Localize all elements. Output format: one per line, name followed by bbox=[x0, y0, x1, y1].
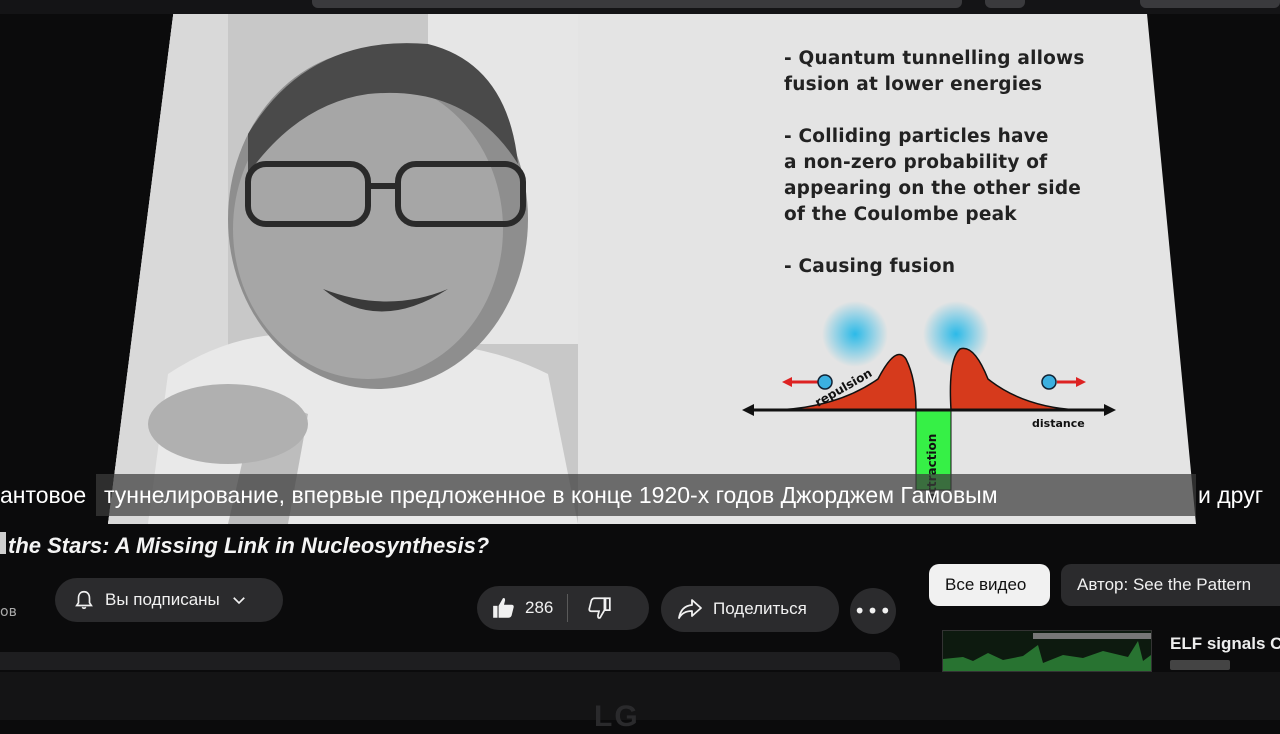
chip-all-videos-label: Все видео bbox=[945, 575, 1027, 594]
subscribed-button[interactable]: Вы подписаны bbox=[55, 578, 283, 622]
portrait-photo bbox=[108, 14, 578, 524]
bullet-3: - Causing fusion bbox=[784, 256, 956, 277]
chip-by-author[interactable]: Автор: See the Pattern bbox=[1061, 564, 1280, 606]
chip-by-author-label: Автор: See the Pattern bbox=[1077, 575, 1252, 594]
more-dots-icon: ••• bbox=[853, 599, 893, 623]
caption-prefix: антовое bbox=[0, 482, 87, 508]
recommended-video-meta bbox=[1170, 660, 1230, 670]
share-arrow-icon bbox=[678, 599, 702, 619]
dislike-button[interactable] bbox=[568, 586, 630, 630]
slide-bullets: - Quantum tunnelling allows fusion at lo… bbox=[784, 46, 1144, 280]
repulsion-peak-right bbox=[949, 347, 1079, 411]
caption-text: туннелирование, впервые предложенное в к… bbox=[104, 482, 998, 508]
caption-suffix: и друг bbox=[1198, 482, 1264, 508]
recommended-video-thumbnail[interactable] bbox=[942, 630, 1152, 672]
tv-bezel bbox=[0, 672, 1280, 720]
more-actions-button[interactable]: ••• bbox=[850, 588, 896, 634]
thumbs-up-icon bbox=[493, 597, 514, 618]
title-cutoff-glyph bbox=[0, 532, 6, 554]
thumbnail-image bbox=[943, 631, 1151, 671]
particle-glow-left bbox=[822, 301, 888, 367]
channel-subscribers-fragment: ов bbox=[0, 604, 17, 620]
bullet-1: - Quantum tunnelling allows fusion at lo… bbox=[784, 48, 1085, 95]
chevron-down-icon bbox=[232, 597, 245, 605]
thumbs-down-icon bbox=[588, 597, 612, 619]
video-player[interactable]: - Quantum tunnelling allows fusion at lo… bbox=[108, 14, 1196, 524]
description-box[interactable] bbox=[0, 652, 900, 670]
video-title: the Stars: A Missing Link in Nucleosynth… bbox=[8, 533, 490, 558]
distance-label: distance bbox=[1032, 417, 1085, 430]
caption-line: антовое туннелирование, впервые предложе… bbox=[0, 474, 1280, 516]
bell-icon bbox=[75, 590, 93, 610]
chip-all-videos[interactable]: Все видео bbox=[929, 564, 1050, 606]
subscribed-label: Вы подписаны bbox=[105, 590, 220, 609]
share-label: Поделиться bbox=[713, 599, 807, 618]
tv-brand-logo: LG bbox=[594, 700, 640, 733]
lecture-slide: - Quantum tunnelling allows fusion at lo… bbox=[108, 14, 1196, 524]
like-count: 286 bbox=[525, 598, 554, 617]
top-icon-edge bbox=[985, 0, 1025, 8]
screen-top-edge bbox=[0, 0, 1280, 14]
like-button[interactable]: 286 bbox=[477, 586, 567, 630]
top-account-edge bbox=[1140, 0, 1280, 8]
particle-right bbox=[1041, 374, 1057, 390]
share-button[interactable]: Поделиться bbox=[661, 586, 839, 632]
recommended-video-title[interactable]: ELF signals C bbox=[1170, 634, 1280, 654]
top-search-bar-edge bbox=[312, 0, 962, 8]
like-dislike-group: 286 bbox=[477, 586, 649, 630]
bullet-2: - Colliding particles have a non-zero pr… bbox=[784, 126, 1082, 225]
